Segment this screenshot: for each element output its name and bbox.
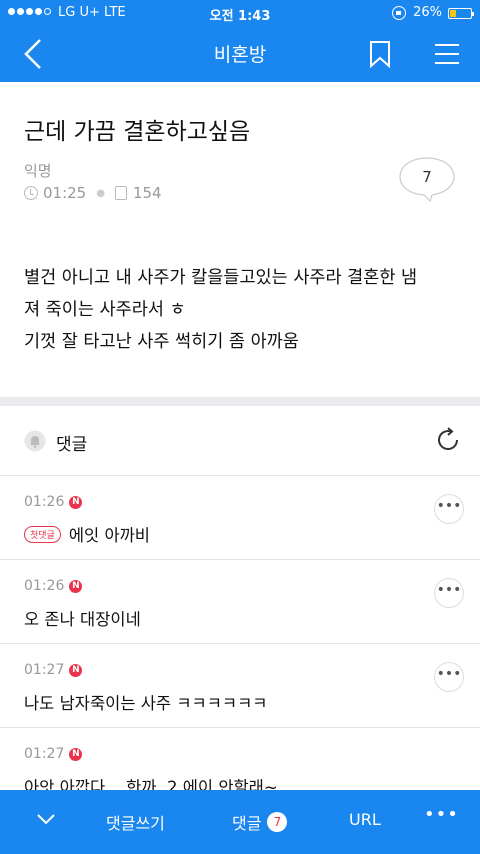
battery-icon xyxy=(448,8,474,19)
more-button[interactable]: ••• xyxy=(424,804,459,825)
app-header: LG U+ LTE 오전 1:43 26% 비혼방 xyxy=(0,0,480,82)
post-card: 근데 가끔 결혼하고싶음 익명 01:25 ● 154 7 별건 아니고 내 사… xyxy=(0,82,480,397)
comment-more-button[interactable]: ••• xyxy=(434,494,464,524)
comment-more-button[interactable]: ••• xyxy=(434,578,464,608)
rotation-lock-icon xyxy=(392,6,406,20)
meta-separator: ● xyxy=(96,187,105,199)
write-comment-button[interactable]: 댓글쓰기 xyxy=(106,810,165,834)
comment-time: 01:26 xyxy=(24,494,65,510)
comments-header: 댓글 xyxy=(0,406,480,476)
comments-count-badge: 7 xyxy=(267,812,288,832)
status-time: 오전 1:43 xyxy=(209,9,271,24)
bell-icon[interactable] xyxy=(24,430,46,452)
status-bar: LG U+ LTE 오전 1:43 26% xyxy=(0,0,480,26)
comment-time-row: 01:27 N xyxy=(24,746,83,762)
comment-item: 01:26 N 오 존나 대장이네 ••• xyxy=(0,560,480,644)
comment-more-button[interactable]: ••• xyxy=(434,662,464,692)
comment-item: 01:26 N 첫댓글 에잇 아까비 ••• xyxy=(0,476,480,560)
url-button[interactable]: URL xyxy=(349,810,381,829)
new-badge: N xyxy=(69,747,83,761)
chevron-down-icon[interactable] xyxy=(36,812,56,826)
first-comment-badge: 첫댓글 xyxy=(24,525,61,543)
menu-icon[interactable] xyxy=(434,42,460,66)
comment-count-bubble[interactable]: 7 xyxy=(398,156,456,203)
comment-text: 나도 남자죽이는 사주 ㅋㅋㅋㅋㅋㅋ xyxy=(24,694,268,713)
comment-text-row: 아앗 아깝다... 한까 .2 에이 안할래~ xyxy=(24,774,278,790)
comments-button-label: 댓글 xyxy=(232,814,262,833)
new-badge: N xyxy=(69,579,83,593)
comment-time-row: 01:26 N xyxy=(24,578,83,594)
bottom-toolbar: 댓글쓰기 댓글 7 URL ••• xyxy=(0,790,480,854)
post-body: 별건 아니고 내 사주가 칼을들고있는 사주라 결혼한 냄 져 죽이는 사주라서… xyxy=(24,262,464,358)
nav-bar: 비혼방 xyxy=(0,26,480,82)
comment-count: 7 xyxy=(422,168,432,186)
comment-text-row: 나도 남자죽이는 사주 ㅋㅋㅋㅋㅋㅋ xyxy=(24,690,267,714)
comment-time-row: 01:26 N xyxy=(24,494,83,510)
board-title: 비혼방 xyxy=(213,44,267,66)
comments-section: 댓글 01:26 N 첫댓글 에잇 아까비 ••• 01:26 N 오 존나 대… xyxy=(0,406,480,790)
post-author: 익명 xyxy=(24,162,52,180)
post-body-line: 별건 아니고 내 사주가 칼을들고있는 사주라 결혼한 냄 xyxy=(24,268,418,288)
comment-text-row: 첫댓글 에잇 아까비 xyxy=(24,522,150,546)
comment-text: 에잇 아까비 xyxy=(68,526,150,545)
comment-time: 01:26 xyxy=(24,578,65,594)
battery-percent: 26% xyxy=(413,5,442,20)
post-title: 근데 가끔 결혼하고싶음 xyxy=(24,119,251,145)
comment-text: 오 존나 대장이네 xyxy=(24,610,141,629)
post-time: 01:25 xyxy=(43,184,87,202)
comments-label: 댓글 xyxy=(56,435,88,455)
comment-text-row: 오 존나 대장이네 xyxy=(24,606,141,630)
refresh-icon[interactable] xyxy=(434,426,462,454)
post-body-line: 져 죽이는 사주라서 ㅎ xyxy=(24,300,186,320)
comments-button[interactable]: 댓글 7 xyxy=(232,810,288,834)
comment-time: 01:27 xyxy=(24,746,65,762)
comment-item: 01:27 N 아앗 아깝다... 한까 .2 에이 안할래~ xyxy=(0,728,480,790)
post-views: 154 xyxy=(132,184,162,202)
clock-icon xyxy=(24,186,38,200)
bookmark-icon[interactable] xyxy=(368,40,392,68)
views-icon xyxy=(114,186,127,200)
comment-time-row: 01:27 N xyxy=(24,662,83,678)
new-badge: N xyxy=(69,663,83,677)
comment-item: 01:27 N 나도 남자죽이는 사주 ㅋㅋㅋㅋㅋㅋ ••• xyxy=(0,644,480,728)
post-meta: 01:25 ● 154 xyxy=(24,184,162,202)
post-body-line: 기껏 잘 타고난 사주 썩히기 좀 아까움 xyxy=(24,332,299,352)
comment-time: 01:27 xyxy=(24,662,65,678)
comment-text: 아앗 아깝다... 한까 .2 에이 안할래~ xyxy=(24,778,278,790)
new-badge: N xyxy=(69,495,83,509)
